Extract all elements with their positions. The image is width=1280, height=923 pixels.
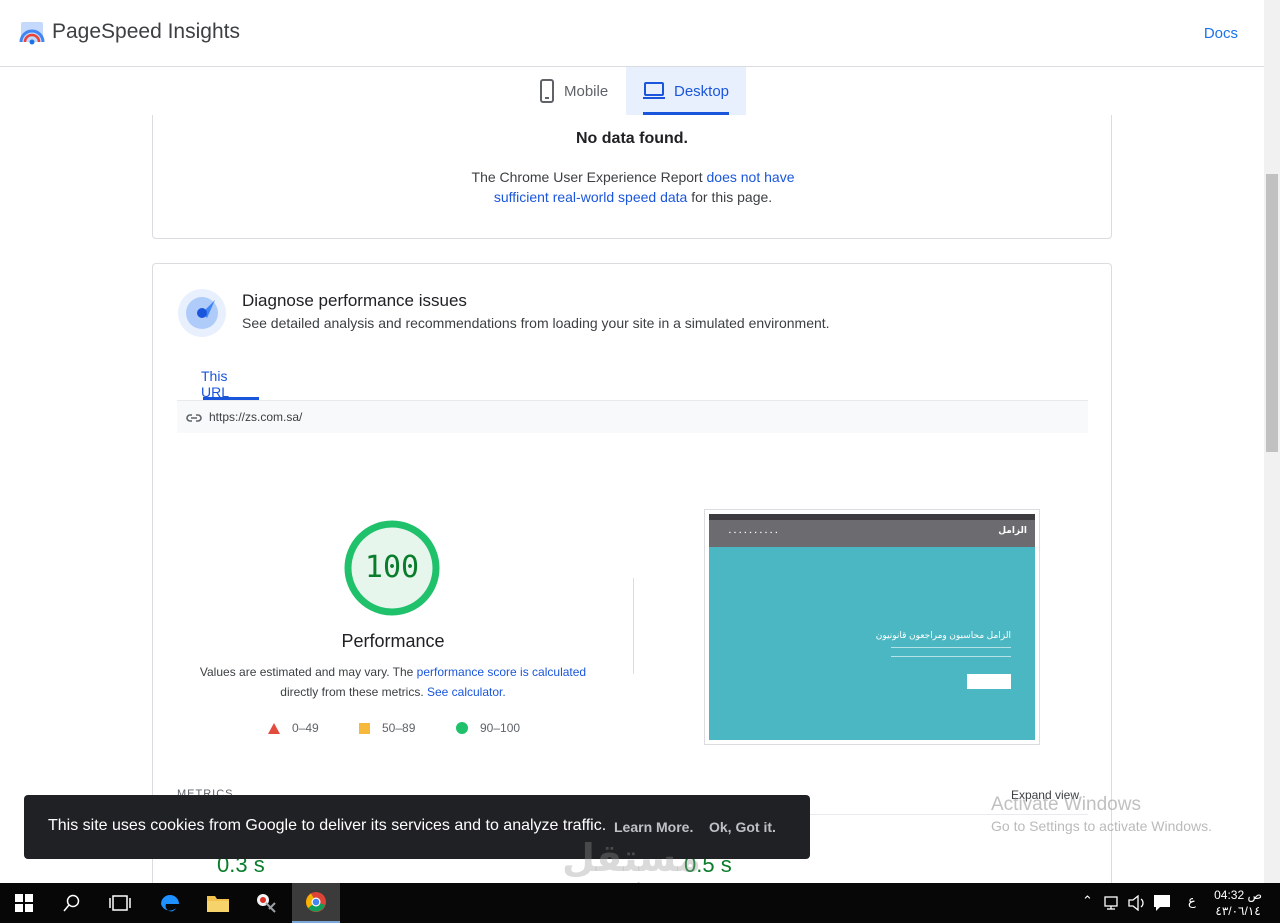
- tab-this-url[interactable]: This URL: [177, 360, 259, 400]
- preview-nav-links: ▪ ▪ ▪ ▪ ▪ ▪ ▪ ▪ ▪ ▪: [729, 530, 779, 536]
- legend-average-range: 50–89: [382, 721, 416, 735]
- cookie-ok-button[interactable]: Ok, Got it.: [709, 819, 776, 835]
- perf-note-start: Values are estimated and may vary. The: [199, 665, 417, 679]
- windows-taskbar: ⌃ ع 04:32 ص ٤٣/٠٦/١٤: [0, 883, 1280, 923]
- field-data-card: No data found. The Chrome User Experienc…: [152, 100, 1112, 239]
- scrollbar-thumb[interactable]: [1266, 174, 1278, 452]
- app-header: PageSpeed Insights Docs: [0, 0, 1264, 67]
- performance-label: Performance: [341, 631, 445, 651]
- legend-pass-range: 90–100: [480, 721, 521, 735]
- url-bar: https://zs.com.sa/: [177, 400, 1088, 433]
- search-button[interactable]: [48, 883, 96, 923]
- diagnose-subtitle: See detailed analysis and recommendation…: [242, 315, 830, 331]
- app-title: PageSpeed Insights: [52, 20, 240, 43]
- task-view-icon: [109, 895, 131, 911]
- folder-icon: [207, 896, 229, 912]
- circle-icon: [456, 722, 468, 734]
- input-language-indicator[interactable]: ع: [1188, 893, 1196, 909]
- no-data-text-start: The Chrome User Experience Report: [471, 169, 707, 185]
- no-data-text-end: for this page.: [687, 189, 773, 205]
- no-data-title: No data found.: [576, 130, 688, 147]
- analyzed-url: https://zs.com.sa/: [209, 410, 303, 424]
- link-icon: [186, 414, 202, 422]
- page-scrollbar[interactable]: [1264, 0, 1280, 883]
- taskbar-edge[interactable]: [146, 883, 194, 923]
- legend-fail-range: 0–49: [292, 721, 319, 735]
- windows-logo-icon: [15, 894, 33, 912]
- clock-time: 04:32 ص: [1214, 888, 1262, 902]
- edge-browser-icon: [161, 895, 179, 912]
- perf-note-middle: directly from these metrics.: [280, 685, 427, 699]
- laptop-icon: [643, 82, 665, 99]
- network-icon[interactable]: [1104, 895, 1122, 911]
- preview-cta-button: [967, 674, 1011, 689]
- preview-navbar: الزامل ▪ ▪ ▪ ▪ ▪ ▪ ▪ ▪ ▪ ▪: [709, 520, 1035, 547]
- tab-desktop[interactable]: Desktop: [626, 67, 746, 115]
- start-button[interactable]: [0, 883, 48, 923]
- device-tabs: Mobile Desktop: [0, 67, 1264, 115]
- pagespeed-logo-icon: [19, 22, 45, 45]
- preview-text-lines: [891, 647, 1011, 657]
- cookie-text: This site uses cookies from Google to de…: [48, 817, 607, 834]
- preview-headline: الزامل محاسبون ومراجعون قانونيون: [875, 630, 1011, 640]
- cookie-learn-more-link[interactable]: Learn More.: [614, 819, 693, 835]
- score-calculation-link[interactable]: performance score is calculated: [417, 665, 586, 679]
- search-icon: [63, 894, 80, 912]
- taskbar-snipping-tool[interactable]: [242, 883, 290, 923]
- notifications-icon[interactable]: [1153, 894, 1171, 912]
- tab-mobile[interactable]: Mobile: [522, 67, 626, 115]
- show-hidden-icons-chevron-up-icon[interactable]: ⌃: [1082, 893, 1093, 909]
- taskbar-chrome[interactable]: [292, 883, 340, 923]
- preview-brand: الزامل: [998, 525, 1027, 535]
- chrome-icon: [306, 892, 326, 912]
- legend-average: 50–89: [359, 721, 415, 735]
- legend-fail: 0–49: [268, 721, 319, 735]
- performance-score: 100: [364, 550, 420, 585]
- preview-hero: الزامل محاسبون ومراجعون قانونيون: [709, 547, 1035, 740]
- tab-mobile-label: Mobile: [564, 82, 609, 100]
- mostaql-watermark-arabic: مستقل: [562, 838, 701, 880]
- no-data-text: The Chrome User Experience Report does n…: [453, 167, 813, 207]
- activate-windows-subtitle: Go to Settings to activate Windows.: [991, 818, 1212, 834]
- square-icon: [359, 722, 370, 734]
- triangle-icon: [268, 722, 280, 734]
- compass-gauge-icon: [178, 289, 226, 337]
- legend-pass: 90–100: [456, 721, 520, 735]
- tab-desktop-label: Desktop: [674, 82, 730, 100]
- performance-note: Values are estimated and may vary. The p…: [193, 662, 593, 702]
- system-clock[interactable]: 04:32 ص ٤٣/٠٦/١٤: [1214, 887, 1262, 919]
- activate-windows-title: Activate Windows: [991, 794, 1141, 815]
- diagnose-title: Diagnose performance issues: [242, 291, 467, 310]
- snipping-tool-icon: [257, 894, 276, 913]
- page-screenshot-preview: الزامل ▪ ▪ ▪ ▪ ▪ ▪ ▪ ▪ ▪ ▪ الزامل محاسبو…: [704, 509, 1040, 745]
- clock-date: ٤٣/٠٦/١٤: [1215, 904, 1261, 918]
- mobile-phone-icon: [540, 79, 554, 103]
- docs-link[interactable]: Docs: [1204, 25, 1238, 42]
- see-calculator-link[interactable]: See calculator.: [427, 685, 506, 699]
- taskbar-file-explorer[interactable]: [194, 883, 242, 923]
- vertical-divider: [633, 578, 634, 674]
- volume-icon[interactable]: [1128, 895, 1146, 911]
- task-view-button[interactable]: [96, 883, 144, 923]
